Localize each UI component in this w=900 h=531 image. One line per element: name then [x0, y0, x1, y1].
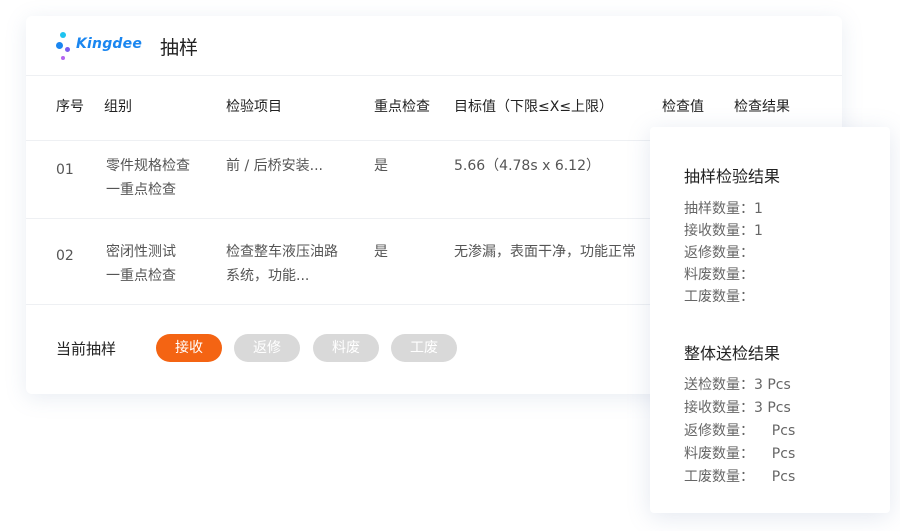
header: Kingdee 抽样: [26, 16, 842, 76]
work-scrap-button[interactable]: 工废: [391, 334, 457, 362]
sample-result-line: 返修数量：: [684, 245, 754, 261]
overall-result-line: 接收数量：3 Pcs: [684, 400, 791, 416]
sample-result-title: 抽样检验结果: [684, 167, 781, 186]
current-sample-label: 当前抽样: [56, 340, 117, 358]
row-item: 检查整车液压油路: [226, 244, 338, 260]
overall-result-line: 送检数量：3 Pcs: [684, 377, 791, 393]
row-group: 一重点检查: [106, 268, 176, 284]
page-title: 抽样: [160, 37, 199, 59]
sample-result-line: 料废数量：: [684, 267, 754, 283]
sample-result-line: 抽样数量：1: [684, 201, 763, 217]
row-target: 无渗漏，表面干净，功能正常: [454, 244, 636, 260]
row-group: 一重点检查: [106, 182, 176, 198]
row-target: 5.66（4.78s x 6.12）: [454, 158, 600, 174]
row-key: 是: [374, 244, 388, 260]
row-no: 02: [56, 248, 74, 264]
header-divider: [26, 75, 842, 76]
column-header-item: 检验项目: [226, 99, 282, 115]
column-header-target: 目标值（下限≤X≤上限）: [454, 99, 614, 115]
overall-result-line: 工废数量： Pcs: [684, 469, 796, 485]
row-group: 零件规格检查: [106, 158, 190, 174]
row-item: 系统，功能...: [226, 268, 310, 284]
column-header-key: 重点检查: [374, 99, 430, 115]
rework-button[interactable]: 返修: [234, 334, 300, 362]
overall-result-title: 整体送检结果: [684, 344, 781, 363]
row-key: 是: [374, 158, 388, 174]
overall-result-line: 料废数量： Pcs: [684, 446, 796, 462]
column-header-value: 检查值: [662, 99, 704, 115]
result-panel: 抽样检验结果 抽样数量：1 接收数量：1 返修数量： 料废数量： 工废数量： 整…: [650, 127, 890, 513]
brand-name: Kingdee: [76, 36, 143, 52]
row-group: 密闭性测试: [106, 244, 176, 260]
row-no: 01: [56, 162, 74, 178]
sample-result-line: 接收数量：1: [684, 223, 763, 239]
table-header: 序号 组别 检验项目 重点检查 目标值（下限≤X≤上限） 检查值 检查结果: [26, 96, 842, 120]
column-header-no: 序号: [56, 99, 84, 115]
kingdee-logo: Kingdee: [56, 30, 146, 64]
row-item: 前 / 后桥安装...: [226, 158, 323, 174]
accept-button[interactable]: 接收: [156, 334, 222, 362]
material-scrap-button[interactable]: 料废: [313, 334, 379, 362]
column-header-group: 组别: [104, 99, 132, 115]
sample-result-line: 工废数量：: [684, 289, 754, 305]
overall-result-line: 返修数量： Pcs: [684, 423, 796, 439]
column-header-result: 检查结果: [734, 99, 790, 115]
